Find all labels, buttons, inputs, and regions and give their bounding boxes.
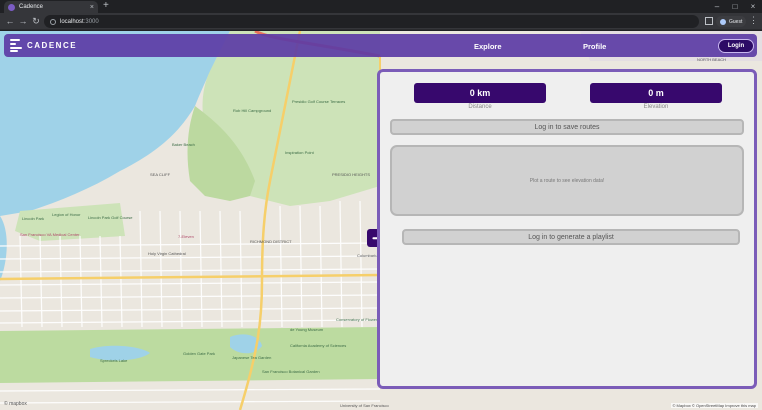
map-label: University of San Francisco [340,403,389,408]
favicon-icon [8,3,15,11]
browser-menu-icon[interactable]: ⋮ [749,15,758,26]
map-attribution[interactable]: © mapbox [4,401,27,407]
distance-value: 0 km [414,83,546,103]
elevation-label: Elevation [643,104,669,110]
forward-button[interactable]: → [17,15,29,27]
app-logo[interactable]: CADENCE [10,39,77,52]
nav-explore[interactable]: Explore [474,42,502,51]
map-label: Spreckels Lake [100,358,128,363]
map-label: Lincoln Park [22,216,45,221]
map-label: Baker Beach [172,142,195,147]
map-label: San Francisco VA Medical Center [20,232,80,237]
map-label: California Academy of Sciences [290,343,347,348]
map-label: 7-Eleven [178,234,194,239]
map-label: Golden Gate Park [183,351,216,356]
url-host: localhost [60,18,84,25]
app-header: CADENCE Explore Profile Login [4,34,757,57]
minimize-button[interactable]: – [708,0,726,13]
save-routes-button[interactable]: Log in to save routes [390,119,744,135]
logo-text: CADENCE [27,41,78,50]
maximize-button[interactable]: □ [726,0,744,13]
site-info-icon[interactable] [50,18,56,25]
tab-title: Cadence [19,4,44,10]
window-controls: – □ × [708,0,762,13]
browser-tab-strip: Cadence × + – □ × [0,0,762,13]
elevation-value: 0 m [590,83,722,103]
map-label: SEA CLIFF [150,172,171,177]
profile-label: Guest [729,18,743,25]
map-label: Japanese Tea Garden [232,355,272,360]
tab-close-icon[interactable]: × [90,4,94,11]
generate-playlist-button[interactable]: Log in to generate a playlist [402,229,740,245]
map-label: Legion of Honor [52,212,81,217]
back-button[interactable]: ← [4,15,16,27]
avatar-icon [720,18,726,25]
map-copyright[interactable]: © Mapbox © OpenStreetMap Improve this ma… [670,403,758,408]
reload-button[interactable]: ↻ [30,15,42,27]
map-label: Inspiration Point [285,150,314,155]
route-panel: 0 km Distance 0 m Elevation Log in to sa… [377,69,757,389]
side-panel-icon[interactable] [705,17,713,25]
map-label: PRESIDIO HEIGHTS [332,172,371,177]
login-button[interactable]: Login [718,39,754,53]
browser-tab[interactable]: Cadence × [4,1,98,13]
map-label: Rob Hill Campground [233,108,272,113]
map-label: RICHMOND DISTRICT [250,239,292,244]
page-viewport: Rob Hill Campground Presidio Golf Course… [0,31,762,410]
profile-chip[interactable]: Guest [716,16,747,27]
map-label: Conservatory of Flowers [336,317,380,322]
map-label: Presidio Golf Course Terraces [292,99,346,104]
map-label: San Francisco Botanical Garden [262,369,320,374]
map-label: Holy Virgin Cathedral [148,251,186,256]
browser-toolbar: ← → ↻ localhost:3000 Guest ⋮ [0,13,762,30]
map-label: Lincoln Park Golf Course [88,215,133,220]
nav-profile[interactable]: Profile [583,42,606,51]
elevation-placeholder: Plot a route to see elevation data! [529,177,605,184]
close-window-button[interactable]: × [744,0,762,13]
distance-label: Distance [468,104,492,110]
map-label: NORTH BEACH [697,57,727,62]
elevation-chart: Plot a route to see elevation data! [390,145,744,216]
map-label: de Young Museum [290,327,324,332]
new-tab-button[interactable]: + [103,0,109,11]
logo-icon [10,39,24,52]
address-bar[interactable]: localhost:3000 [44,15,699,28]
url-port: :3000 [83,18,99,25]
